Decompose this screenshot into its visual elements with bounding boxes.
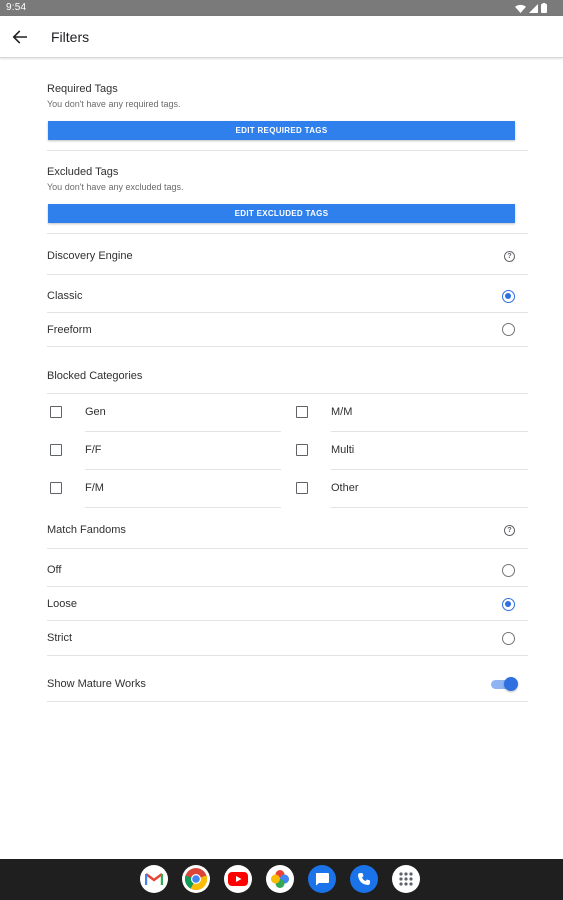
app-dock [140, 865, 420, 893]
fandom-option-strict[interactable]: Strict [47, 632, 72, 644]
messages-icon[interactable] [308, 865, 336, 893]
edit-excluded-tags-button[interactable]: EDIT EXCLUDED TAGS [48, 204, 515, 223]
divider [47, 150, 528, 151]
match-fandoms-help-icon[interactable]: ? [504, 525, 515, 536]
nav-bar [0, 859, 563, 900]
divider [85, 431, 281, 432]
checkbox-multi[interactable] [296, 444, 308, 456]
divider [47, 586, 528, 587]
required-tags-title: Required Tags [47, 83, 118, 95]
fandom-option-off[interactable]: Off [47, 564, 61, 576]
app-drawer-icon[interactable] [392, 865, 420, 893]
radio-off[interactable] [502, 564, 515, 577]
phone-icon[interactable] [350, 865, 378, 893]
gmail-icon[interactable] [140, 865, 168, 893]
blocked-categories-title: Blocked Categories [47, 370, 143, 382]
battery-icon [541, 3, 547, 13]
toggle-thumb [504, 677, 518, 691]
category-label-fm: F/M [85, 482, 104, 494]
radio-loose[interactable] [502, 598, 515, 611]
status-bar: 9:54 [0, 0, 563, 16]
edit-required-tags-button[interactable]: EDIT REQUIRED TAGS [48, 121, 515, 140]
category-label-other: Other [331, 482, 359, 494]
back-button[interactable] [8, 25, 32, 49]
checkbox-fm[interactable] [50, 482, 62, 494]
divider [47, 346, 528, 347]
excluded-tags-subtitle: You don't have any excluded tags. [47, 182, 184, 192]
divider [331, 507, 528, 508]
divider [47, 655, 528, 656]
radio-classic[interactable] [502, 290, 515, 303]
discovery-option-freeform[interactable]: Freeform [47, 324, 92, 336]
divider [47, 548, 528, 549]
app-bar: Filters [0, 16, 563, 58]
divider [47, 393, 528, 394]
photos-icon[interactable] [266, 865, 294, 893]
category-label-multi: Multi [331, 444, 355, 456]
divider [47, 312, 528, 313]
checkbox-gen[interactable] [50, 406, 62, 418]
show-mature-works-toggle[interactable] [491, 677, 518, 691]
fandom-option-loose[interactable]: Loose [47, 598, 77, 610]
chrome-icon[interactable] [182, 865, 210, 893]
youtube-icon[interactable] [224, 865, 252, 893]
category-label-gen: Gen [85, 406, 106, 418]
discovery-engine-help-icon[interactable]: ? [504, 251, 515, 262]
divider [47, 701, 528, 702]
required-tags-subtitle: You don't have any required tags. [47, 99, 181, 109]
status-time: 9:54 [6, 2, 27, 13]
wifi-icon [515, 4, 526, 13]
divider [85, 507, 281, 508]
divider [47, 620, 528, 621]
page-title: Filters [51, 29, 90, 45]
divider [331, 469, 528, 470]
checkbox-other[interactable] [296, 482, 308, 494]
category-label-ff: F/F [85, 444, 102, 456]
status-icons [515, 3, 547, 13]
radio-freeform[interactable] [502, 323, 515, 336]
excluded-tags-title: Excluded Tags [47, 166, 119, 178]
signal-icon [529, 3, 538, 13]
discovery-option-classic[interactable]: Classic [47, 290, 82, 302]
category-label-mm: M/M [331, 406, 353, 418]
arrow-back-icon [12, 30, 27, 44]
divider [331, 431, 528, 432]
divider [85, 469, 281, 470]
checkbox-mm[interactable] [296, 406, 308, 418]
radio-strict[interactable] [502, 632, 515, 645]
divider [47, 233, 528, 234]
discovery-engine-title: Discovery Engine [47, 250, 133, 262]
match-fandoms-title: Match Fandoms [47, 524, 126, 536]
show-mature-works-label: Show Mature Works [47, 678, 146, 690]
divider [47, 274, 528, 275]
checkbox-ff[interactable] [50, 444, 62, 456]
